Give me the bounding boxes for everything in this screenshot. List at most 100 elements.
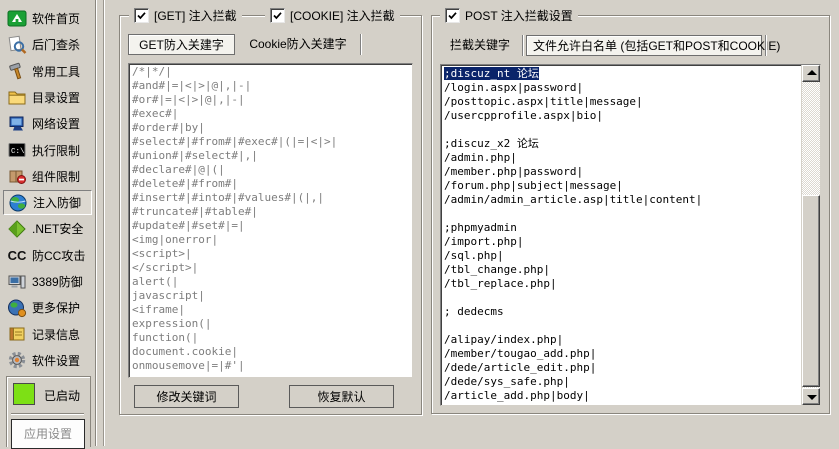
whitelist-textarea[interactable]: ;discuz_nt 论坛/login.aspx|password|/postt… xyxy=(440,64,821,406)
whitelist-line xyxy=(444,123,799,137)
whitelist-line: /posttopic.aspx|title|message| xyxy=(444,95,799,109)
home-logo-icon xyxy=(7,9,27,29)
cookie-intercept-label: [COOKIE] 注入拦截 xyxy=(290,7,395,24)
sidebar-item-6[interactable]: C:\ 执行限制 xyxy=(3,138,92,163)
whitelist-line: /forum.php|subject|message| xyxy=(444,179,799,193)
tab-separator xyxy=(522,35,523,56)
selected-text: ;discuz_nt 论坛 xyxy=(444,67,539,80)
tab-file-whitelist[interactable]: 文件允许白名单 (包括GET和POST和COOKIE) xyxy=(526,35,762,56)
whitelist-line xyxy=(444,207,799,221)
sidebar-item-12[interactable]: 更多保护 xyxy=(3,295,92,320)
status-frame: 已启动 应用设置 xyxy=(6,376,91,447)
sidebar-item-14[interactable]: 软件设置 xyxy=(3,348,92,373)
get-intercept-checkbox-row: [GET] 注入拦截 xyxy=(129,7,242,24)
sidebar-item-13[interactable]: 记录信息 xyxy=(3,322,92,347)
sidebar-item-1[interactable]: 软件首页 xyxy=(3,6,92,31)
whitelist-line: /tbl_replace.php| xyxy=(444,277,799,291)
status-green-indicator xyxy=(13,383,35,405)
sidebar-item-8[interactable]: 注入防御 xyxy=(3,190,92,215)
arrow-down-icon xyxy=(807,395,817,400)
cookie-intercept-checkbox[interactable] xyxy=(270,8,285,23)
sidebar-item-3[interactable]: 常用工具 xyxy=(3,59,92,84)
whitelist-line: /member.php|password| xyxy=(444,165,799,179)
whitelist-line: /admin.php| xyxy=(444,151,799,165)
sidebar: 软件首页后门查杀常用工具目录设置网络设置 C:\ 执行限制组件限制注入防御 .NET安… xyxy=(0,0,96,446)
whitelist-line: /usercpprofile.aspx|bio| xyxy=(444,109,799,123)
console-icon: C:\ xyxy=(7,140,27,160)
vertical-scrollbar[interactable] xyxy=(801,65,820,405)
post-intercept-label: POST 注入拦截设置 xyxy=(465,7,573,24)
whitelist-line xyxy=(444,319,799,333)
scan-icon xyxy=(7,35,27,55)
sidebar-item-label: 防CC攻击 xyxy=(32,247,85,264)
tab-cookie-keywords[interactable]: Cookie防入关建字 xyxy=(239,34,357,55)
globe-tool-icon xyxy=(7,298,27,318)
globe-icon xyxy=(8,193,28,213)
tab-separator xyxy=(360,34,361,55)
tab-separator xyxy=(765,35,766,56)
sidebar-item-9[interactable]: .NET安全 xyxy=(3,216,92,241)
sidebar-item-label: 更多保护 xyxy=(32,299,80,316)
sidebar-item-4[interactable]: 目录设置 xyxy=(3,85,92,110)
network-icon xyxy=(7,114,27,134)
whitelist-line: /member/tougao_add.php| xyxy=(444,347,799,361)
whitelist-line: /login.aspx|password| xyxy=(444,81,799,95)
get-intercept-checkbox[interactable] xyxy=(134,8,149,23)
diamond-icon xyxy=(7,219,27,239)
sidebar-item-11[interactable]: 3389防御 xyxy=(3,269,92,294)
sidebar-item-label: 记录信息 xyxy=(32,326,80,343)
get-intercept-label: [GET] 注入拦截 xyxy=(154,7,237,24)
tab-intercept-keywords[interactable]: 拦截关键字 xyxy=(440,35,520,56)
sidebar-item-5[interactable]: 网络设置 xyxy=(3,111,92,136)
sidebar-item-label: 注入防御 xyxy=(33,194,81,211)
whitelist-line: /admin/admin_article.asp|title|content| xyxy=(444,193,799,207)
whitelist-line: ;phpmyadmin xyxy=(444,221,799,235)
cookie-intercept-checkbox-row: [COOKIE] 注入拦截 xyxy=(265,7,400,24)
whitelist-line: ;discuz_x2 论坛 xyxy=(444,137,799,151)
package-icon xyxy=(7,166,27,186)
get-keywords-textarea[interactable]: /*|*/| #and#|=|<|>|@|,|-| #or#|=|<|>|@|,… xyxy=(128,63,413,378)
sidebar-item-label: 执行限制 xyxy=(32,142,80,159)
checkmark-icon xyxy=(272,10,283,21)
whitelist-line: /article_add.php|body| xyxy=(444,389,799,403)
whitelist-line xyxy=(444,291,799,305)
cc-icon: CC xyxy=(7,245,27,265)
whitelist-line: /alipay/index.php| xyxy=(444,333,799,347)
whitelist-line: ; dedecms xyxy=(444,305,799,319)
sidebar-item-label: 网络设置 xyxy=(32,115,80,132)
whitelist-line: /import.php| xyxy=(444,235,799,249)
folder-icon xyxy=(7,87,27,107)
restore-default-button[interactable]: 恢复默认 xyxy=(289,385,394,408)
sidebar-item-10[interactable]: CC 防CC攻击 xyxy=(3,243,92,268)
sidebar-item-7[interactable]: 组件限制 xyxy=(3,164,92,189)
divider xyxy=(11,413,84,415)
whitelist-line: /sql.php| xyxy=(444,249,799,263)
whitelist-line: /dede/article_edit.php| xyxy=(444,361,799,375)
whitelist-line: /dede/sys_safe.php| xyxy=(444,375,799,389)
svg-text:C:\: C:\ xyxy=(11,148,25,156)
scroll-up-button[interactable] xyxy=(802,65,820,82)
tab-get-keywords[interactable]: GET防入关建字 xyxy=(128,34,235,55)
get-injection-panel: [GET] 注入拦截 [COOKIE] 注入拦截 GET防入关建字 Cookie… xyxy=(119,15,422,415)
sidebar-item-label: 组件限制 xyxy=(32,168,80,185)
modify-keywords-button[interactable]: 修改关键词 xyxy=(134,385,239,408)
checkmark-icon xyxy=(447,10,458,21)
hammer-icon xyxy=(7,61,27,81)
sidebar-item-label: 后门查杀 xyxy=(32,36,80,53)
post-intercept-checkbox[interactable] xyxy=(445,8,460,23)
computer-icon xyxy=(7,272,27,292)
post-intercept-checkbox-row: POST 注入拦截设置 xyxy=(440,7,578,24)
apply-settings-button[interactable]: 应用设置 xyxy=(11,419,85,449)
sidebar-item-label: 软件设置 xyxy=(32,352,80,369)
sidebar-item-label: 3389防御 xyxy=(32,273,83,290)
scroll-down-button[interactable] xyxy=(802,388,820,405)
status-label: 已启动 xyxy=(44,387,80,404)
svg-text:CC: CC xyxy=(8,248,27,263)
whitelist-line: /tbl_change.php| xyxy=(444,263,799,277)
gear-icon xyxy=(7,350,27,370)
whitelist-line: ;discuz_nt 论坛 xyxy=(444,67,799,81)
sidebar-item-label: 目录设置 xyxy=(32,89,80,106)
scrollbar-thumb[interactable] xyxy=(802,195,820,387)
sidebar-item-label: 常用工具 xyxy=(32,63,80,80)
sidebar-item-2[interactable]: 后门查杀 xyxy=(3,32,92,57)
